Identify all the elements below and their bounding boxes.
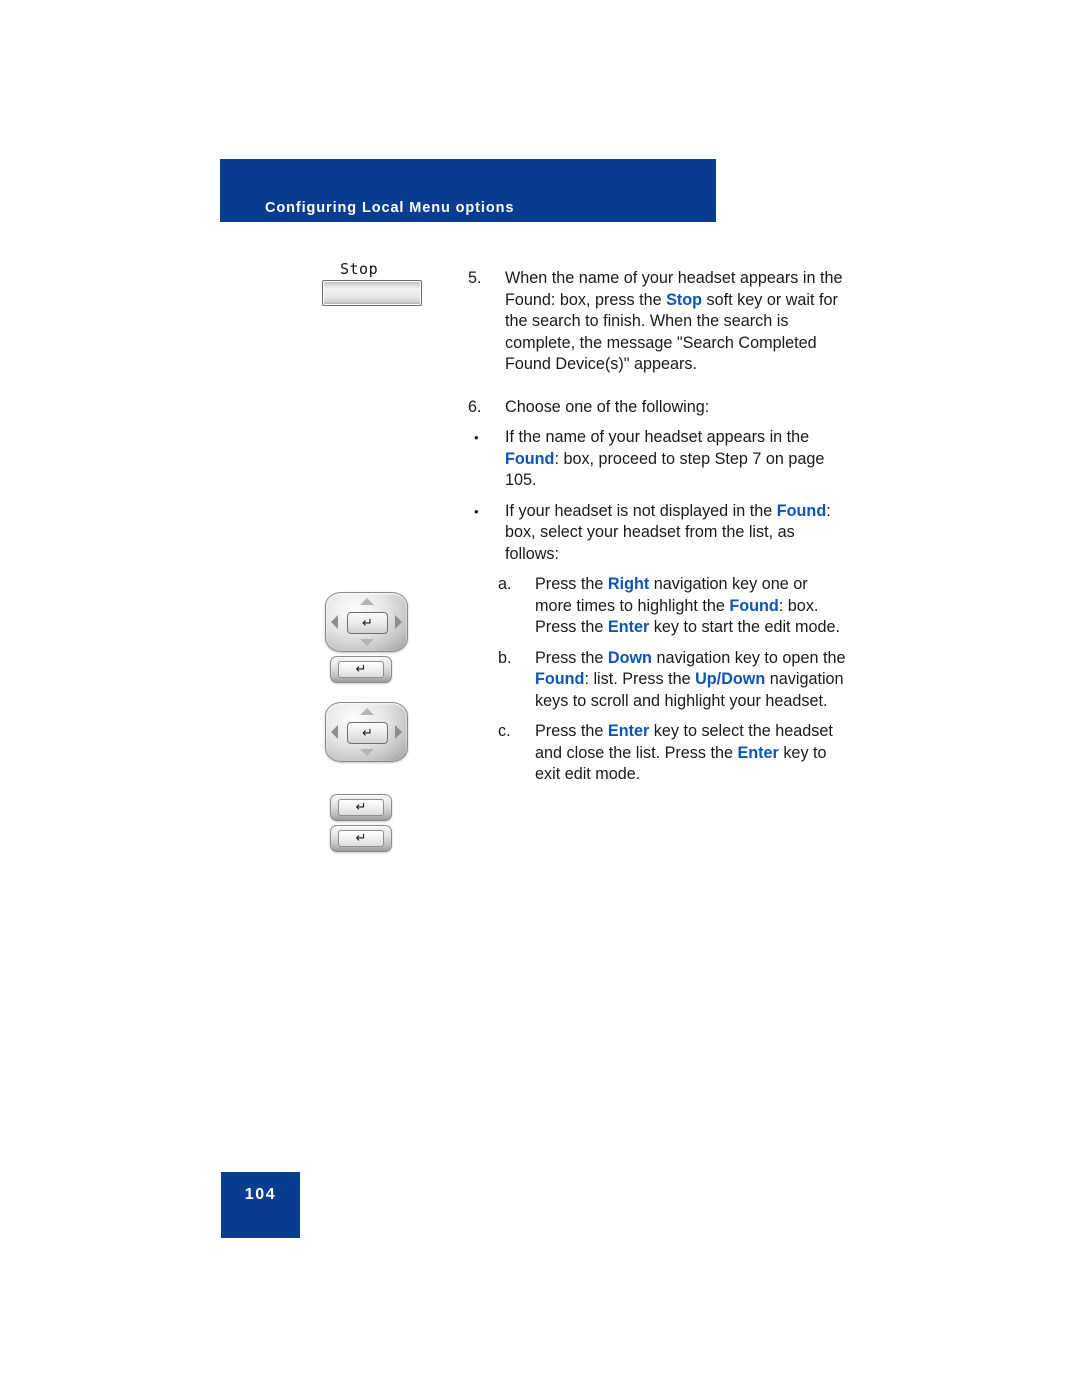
bullet-text: If the name of your headset appears in t… bbox=[505, 428, 825, 489]
arrow-right-icon bbox=[395, 615, 402, 629]
step-text: When the name of your headset appears in… bbox=[505, 269, 843, 373]
enter-key-inner: ↵ bbox=[338, 830, 384, 847]
page-number: 104 bbox=[244, 1186, 277, 1203]
procedure-substep-c: c. Press the Enter key to select the hea… bbox=[498, 721, 848, 786]
step-marker: 5. bbox=[468, 269, 482, 287]
page-title: Configuring Local Menu options bbox=[265, 200, 515, 216]
procedure-step-6: 6. Choose one of the following: bbox=[468, 397, 848, 419]
enter-glyph-icon: ↵ bbox=[355, 662, 367, 677]
enter-key-figure-3: ↵ bbox=[300, 825, 460, 852]
enter-key-icon: ↵ bbox=[330, 794, 392, 821]
enter-glyph-icon: ↵ bbox=[362, 615, 373, 631]
substep-text: Press the Enter key to select the headse… bbox=[535, 722, 833, 783]
section-header-banner: Configuring Local Menu options bbox=[220, 159, 716, 222]
substep-text: Press the Right navigation key one or mo… bbox=[535, 575, 841, 636]
enter-key-inner: ↵ bbox=[338, 661, 384, 678]
procedure-content: 5. When the name of your headset appears… bbox=[468, 268, 848, 786]
enter-key-icon: ↵ bbox=[330, 825, 392, 852]
arrow-left-icon bbox=[331, 615, 338, 629]
arrow-right-icon bbox=[395, 725, 402, 739]
arrow-up-icon bbox=[359, 708, 374, 715]
softkey-stop-icon bbox=[322, 280, 422, 306]
enter-key-icon: ↵ bbox=[347, 612, 388, 634]
procedure-substep-b: b. Press the Down navigation key to open… bbox=[498, 648, 848, 713]
bullet-marker: • bbox=[474, 430, 479, 445]
substep-marker: b. bbox=[498, 648, 512, 667]
softkey-stop-figure: Stop bbox=[300, 262, 460, 306]
enter-key-inner: ↵ bbox=[338, 799, 384, 816]
navigation-cluster-icon: ↵ bbox=[325, 592, 408, 652]
arrow-down-icon bbox=[359, 749, 374, 756]
softkey-stop-label: Stop bbox=[340, 260, 379, 278]
substep-marker: a. bbox=[498, 575, 512, 593]
navigation-cluster-figure-1: ↵ bbox=[300, 592, 460, 652]
procedure-step-5: 5. When the name of your headset appears… bbox=[468, 268, 848, 376]
enter-key-icon: ↵ bbox=[330, 656, 392, 683]
bullet-marker: • bbox=[474, 503, 479, 519]
enter-key-figure-1: ↵ bbox=[300, 656, 460, 683]
enter-glyph-icon: ↵ bbox=[362, 725, 373, 741]
enter-glyph-icon: ↵ bbox=[355, 831, 367, 846]
substep-marker: c. bbox=[498, 722, 511, 740]
arrow-left-icon bbox=[331, 725, 338, 739]
enter-key-figure-2: ↵ bbox=[300, 794, 460, 821]
procedure-substep-a: a. Press the Right navigation key one or… bbox=[498, 574, 848, 639]
arrow-down-icon bbox=[359, 639, 374, 646]
step-text: Choose one of the following: bbox=[505, 397, 710, 416]
procedure-bullet-1: • If the name of your headset appears in… bbox=[468, 427, 848, 492]
bullet-text: If your headset is not displayed in the … bbox=[505, 501, 831, 563]
navigation-cluster-figure-2: ↵ bbox=[300, 702, 460, 762]
arrow-up-icon bbox=[359, 598, 374, 605]
substep-text: Press the Down navigation key to open th… bbox=[535, 648, 846, 710]
step-marker: 6. bbox=[468, 397, 482, 416]
enter-glyph-icon: ↵ bbox=[355, 800, 367, 815]
navigation-cluster-icon: ↵ bbox=[325, 702, 408, 762]
procedure-bullet-2: • If your headset is not displayed in th… bbox=[468, 501, 848, 566]
page-number-box: 104 bbox=[221, 1172, 300, 1238]
enter-key-icon: ↵ bbox=[347, 722, 388, 744]
